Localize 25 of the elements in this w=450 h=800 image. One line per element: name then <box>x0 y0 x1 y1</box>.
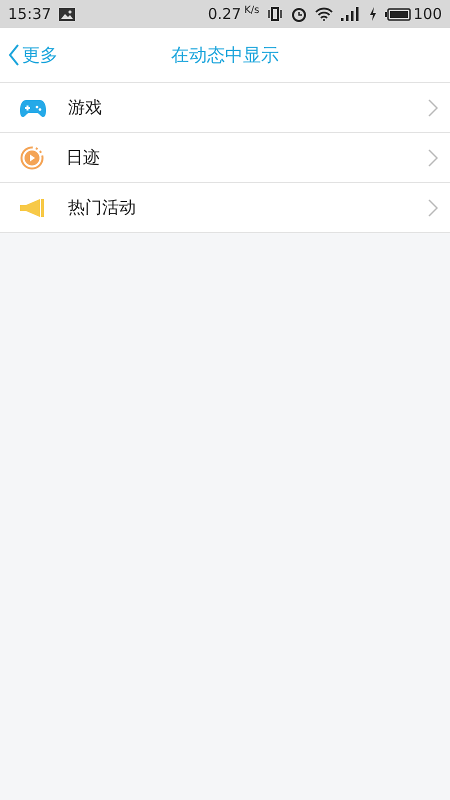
alarm-icon <box>291 6 308 22</box>
wifi-icon <box>315 7 334 21</box>
network-speed: 0.27 <box>208 5 242 23</box>
chevron-right-icon <box>428 198 438 216</box>
speed-unit: K/s <box>244 4 260 16</box>
vibrate-icon <box>267 7 284 21</box>
page-title: 在动态中显示 <box>171 44 279 67</box>
row-label: 热门活动 <box>68 197 137 219</box>
row-label: 日迹 <box>66 147 101 169</box>
image-icon <box>59 8 76 20</box>
settings-row[interactable]: 游戏 <box>0 83 450 133</box>
row-label: 游戏 <box>68 97 103 119</box>
back-chevron-icon <box>8 43 20 67</box>
status-time: 15:37 <box>8 5 52 23</box>
charging-icon <box>369 7 378 21</box>
settings-row[interactable]: 日迹 <box>0 133 450 183</box>
megaphone-icon <box>20 198 46 216</box>
battery-level: 100 <box>413 5 442 23</box>
settings-row[interactable]: 热门活动 <box>0 183 450 233</box>
chevron-right-icon <box>428 148 438 166</box>
play-circle-icon <box>20 146 44 170</box>
signal-icon <box>341 7 362 21</box>
chevron-right-icon <box>428 98 438 116</box>
gamepad-icon <box>20 98 46 118</box>
battery-icon <box>385 8 412 20</box>
